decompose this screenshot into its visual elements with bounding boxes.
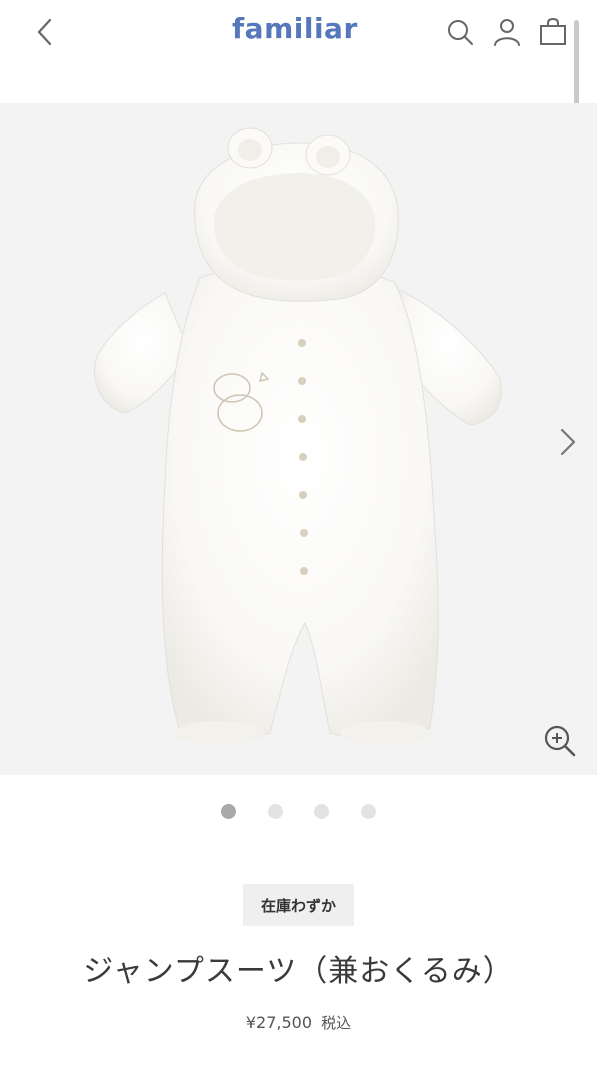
next-image-button[interactable] [552,421,584,463]
product-page: familiar 在庫わずか ジャンプスーツ（兼おくるみ） ¥27,500 税込 [0,0,597,1080]
search-icon [448,20,473,45]
tax-label: 税込 [321,1014,352,1032]
bag-icon [540,17,566,45]
zoom-button[interactable] [540,721,580,761]
search-button[interactable] [444,16,476,48]
pagination-dot[interactable] [314,804,329,819]
product-image [94,127,502,745]
brand-logo[interactable]: familiar [232,12,358,45]
product-price: ¥27,500 [245,1013,313,1032]
product-image-gallery[interactable] [0,103,597,775]
product-title: ジャンプスーツ（兼おくるみ） [83,954,514,989]
account-button[interactable] [491,16,523,48]
stock-status-badge: 在庫わずか [243,884,354,926]
chevron-right-icon [560,428,576,456]
pagination-dot[interactable] [221,804,236,819]
chevron-left-icon [37,18,52,46]
cart-button[interactable] [537,16,569,48]
zoom-in-icon [544,725,576,757]
pagination-dot[interactable] [361,804,376,819]
top-header: familiar [0,0,597,64]
back-button[interactable] [26,12,66,52]
pagination-dot[interactable] [268,804,283,819]
price-row: ¥27,500 税込 [0,1012,597,1033]
gallery-pagination [0,804,597,820]
user-icon [494,19,520,46]
